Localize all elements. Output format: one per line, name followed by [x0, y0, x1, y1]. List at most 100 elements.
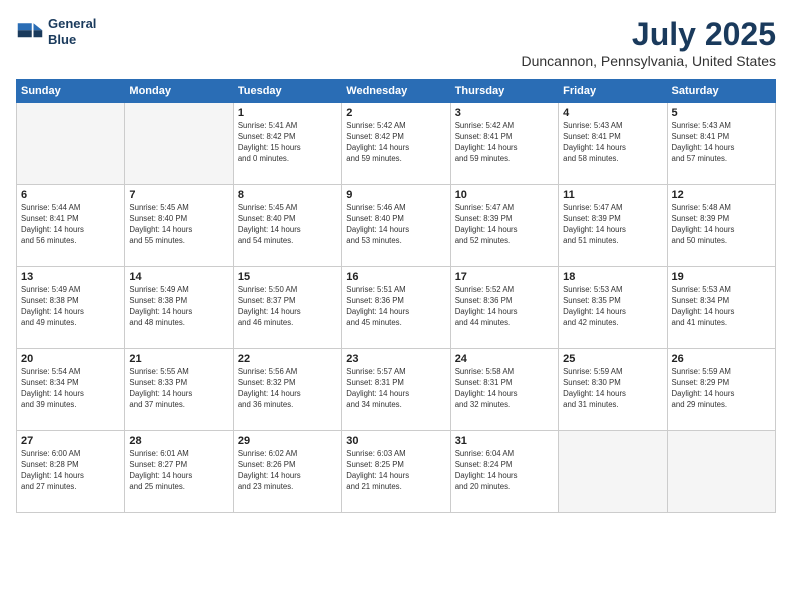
day-number: 28: [129, 435, 228, 447]
calendar-cell: 24 Sunrise: 5:58 AM Sunset: 8:31 PM Dayli…: [450, 349, 558, 431]
calendar-cell: [559, 431, 667, 513]
day-number: 2: [346, 107, 445, 119]
day-detail: Sunrise: 6:01 AM Sunset: 8:27 PM Dayligh…: [129, 449, 228, 493]
day-detail: Sunrise: 5:42 AM Sunset: 8:42 PM Dayligh…: [346, 121, 445, 165]
day-detail: Sunrise: 5:53 AM Sunset: 8:34 PM Dayligh…: [672, 285, 771, 329]
day-number: 13: [21, 271, 120, 283]
calendar-cell: 16 Sunrise: 5:51 AM Sunset: 8:36 PM Dayli…: [342, 267, 450, 349]
calendar-cell: 8 Sunrise: 5:45 AM Sunset: 8:40 PM Daylig…: [233, 185, 341, 267]
calendar-cell: 20Sunrise: 5:54 AM Sunset: 8:34 PM Dayli…: [17, 349, 125, 431]
calendar-cell: 17Sunrise: 5:52 AM Sunset: 8:36 PM Dayli…: [450, 267, 558, 349]
calendar-cell: 12 Sunrise: 5:48 AM Sunset: 8:39 PM Dayli…: [667, 185, 775, 267]
calendar-week-2: 6 Sunrise: 5:44 AM Sunset: 8:41 PM Daylig…: [17, 185, 776, 267]
day-number: 23: [346, 353, 445, 365]
day-detail: Sunrise: 5:51 AM Sunset: 8:36 PM Dayligh…: [346, 285, 445, 329]
calendar-cell: [17, 103, 125, 185]
day-number: 1: [238, 107, 337, 119]
calendar-cell: [667, 431, 775, 513]
day-detail: Sunrise: 5:59 AM Sunset: 8:29 PM Dayligh…: [672, 367, 771, 411]
day-detail: Sunrise: 5:49 AM Sunset: 8:38 PM Dayligh…: [129, 285, 228, 329]
day-number: 31: [455, 435, 554, 447]
calendar-cell: 27 Sunrise: 6:00 AM Sunset: 8:28 PM Dayli…: [17, 431, 125, 513]
calendar-week-1: 1 Sunrise: 5:41 AM Sunset: 8:42 PM Daylig…: [17, 103, 776, 185]
calendar-cell: 13 Sunrise: 5:49 AM Sunset: 8:38 PM Dayli…: [17, 267, 125, 349]
weekday-header-friday: Friday: [559, 80, 667, 103]
weekday-header-row: SundayMondayTuesdayWednesdayThursdayFrid…: [17, 80, 776, 103]
calendar-cell: [125, 103, 233, 185]
header: General Blue July 2025 Duncannon, Pennsy…: [16, 16, 776, 69]
day-detail: Sunrise: 5:45 AM Sunset: 8:40 PM Dayligh…: [129, 203, 228, 247]
day-number: 18: [563, 271, 662, 283]
calendar-cell: 28 Sunrise: 6:01 AM Sunset: 8:27 PM Dayli…: [125, 431, 233, 513]
day-detail: Sunrise: 6:03 AM Sunset: 8:25 PM Dayligh…: [346, 449, 445, 493]
calendar-cell: 30 Sunrise: 6:03 AM Sunset: 8:25 PM Dayli…: [342, 431, 450, 513]
day-number: 27: [21, 435, 120, 447]
weekday-header-wednesday: Wednesday: [342, 80, 450, 103]
day-detail: Sunrise: 5:44 AM Sunset: 8:41 PM Dayligh…: [21, 203, 120, 247]
day-number: 6: [21, 189, 120, 201]
day-number: 26: [672, 353, 771, 365]
day-detail: Sunrise: 6:00 AM Sunset: 8:28 PM Dayligh…: [21, 449, 120, 493]
day-detail: Sunrise: 5:42 AM Sunset: 8:41 PM Dayligh…: [455, 121, 554, 165]
logo-line1: General: [48, 16, 96, 32]
logo-icon: [16, 18, 44, 46]
day-detail: Sunrise: 5:53 AM Sunset: 8:35 PM Dayligh…: [563, 285, 662, 329]
day-number: 14: [129, 271, 228, 283]
calendar-week-4: 20Sunrise: 5:54 AM Sunset: 8:34 PM Dayli…: [17, 349, 776, 431]
title-block: July 2025 Duncannon, Pennsylvania, Unite…: [522, 16, 777, 69]
day-number: 30: [346, 435, 445, 447]
calendar-cell: 15Sunrise: 5:50 AM Sunset: 8:37 PM Dayli…: [233, 267, 341, 349]
day-detail: Sunrise: 5:41 AM Sunset: 8:42 PM Dayligh…: [238, 121, 337, 165]
day-number: 16: [346, 271, 445, 283]
calendar-week-5: 27 Sunrise: 6:00 AM Sunset: 8:28 PM Dayli…: [17, 431, 776, 513]
day-detail: Sunrise: 5:57 AM Sunset: 8:31 PM Dayligh…: [346, 367, 445, 411]
calendar-cell: 19Sunrise: 5:53 AM Sunset: 8:34 PM Dayli…: [667, 267, 775, 349]
calendar-cell: 23 Sunrise: 5:57 AM Sunset: 8:31 PM Dayli…: [342, 349, 450, 431]
day-number: 25: [563, 353, 662, 365]
day-number: 12: [672, 189, 771, 201]
day-number: 4: [563, 107, 662, 119]
calendar-cell: 10Sunrise: 5:47 AM Sunset: 8:39 PM Dayli…: [450, 185, 558, 267]
weekday-header-saturday: Saturday: [667, 80, 775, 103]
calendar-week-3: 13 Sunrise: 5:49 AM Sunset: 8:38 PM Dayli…: [17, 267, 776, 349]
day-number: 7: [129, 189, 228, 201]
calendar-cell: 21Sunrise: 5:55 AM Sunset: 8:33 PM Dayli…: [125, 349, 233, 431]
day-detail: Sunrise: 5:43 AM Sunset: 8:41 PM Dayligh…: [563, 121, 662, 165]
calendar-cell: 7 Sunrise: 5:45 AM Sunset: 8:40 PM Daylig…: [125, 185, 233, 267]
logo: General Blue: [16, 16, 96, 47]
calendar-cell: 14 Sunrise: 5:49 AM Sunset: 8:38 PM Dayli…: [125, 267, 233, 349]
day-detail: Sunrise: 5:46 AM Sunset: 8:40 PM Dayligh…: [346, 203, 445, 247]
calendar-cell: 31 Sunrise: 6:04 AM Sunset: 8:24 PM Dayli…: [450, 431, 558, 513]
day-detail: Sunrise: 5:49 AM Sunset: 8:38 PM Dayligh…: [21, 285, 120, 329]
day-number: 9: [346, 189, 445, 201]
calendar-cell: 29Sunrise: 6:02 AM Sunset: 8:26 PM Dayli…: [233, 431, 341, 513]
calendar-cell: 26 Sunrise: 5:59 AM Sunset: 8:29 PM Dayli…: [667, 349, 775, 431]
day-number: 24: [455, 353, 554, 365]
day-number: 8: [238, 189, 337, 201]
calendar-cell: 11 Sunrise: 5:47 AM Sunset: 8:39 PM Dayli…: [559, 185, 667, 267]
day-number: 22: [238, 353, 337, 365]
calendar-cell: 4 Sunrise: 5:43 AM Sunset: 8:41 PM Daylig…: [559, 103, 667, 185]
calendar-cell: 9 Sunrise: 5:46 AM Sunset: 8:40 PM Daylig…: [342, 185, 450, 267]
day-detail: Sunrise: 5:54 AM Sunset: 8:34 PM Dayligh…: [21, 367, 120, 411]
calendar-cell: 18 Sunrise: 5:53 AM Sunset: 8:35 PM Dayli…: [559, 267, 667, 349]
day-detail: Sunrise: 5:59 AM Sunset: 8:30 PM Dayligh…: [563, 367, 662, 411]
day-detail: Sunrise: 5:47 AM Sunset: 8:39 PM Dayligh…: [563, 203, 662, 247]
day-detail: Sunrise: 5:52 AM Sunset: 8:36 PM Dayligh…: [455, 285, 554, 329]
weekday-header-monday: Monday: [125, 80, 233, 103]
day-detail: Sunrise: 5:58 AM Sunset: 8:31 PM Dayligh…: [455, 367, 554, 411]
day-detail: Sunrise: 5:56 AM Sunset: 8:32 PM Dayligh…: [238, 367, 337, 411]
day-detail: Sunrise: 5:48 AM Sunset: 8:39 PM Dayligh…: [672, 203, 771, 247]
calendar-cell: 1 Sunrise: 5:41 AM Sunset: 8:42 PM Daylig…: [233, 103, 341, 185]
calendar-cell: 5Sunrise: 5:43 AM Sunset: 8:41 PM Daylig…: [667, 103, 775, 185]
day-detail: Sunrise: 5:45 AM Sunset: 8:40 PM Dayligh…: [238, 203, 337, 247]
day-detail: Sunrise: 6:04 AM Sunset: 8:24 PM Dayligh…: [455, 449, 554, 493]
day-detail: Sunrise: 5:55 AM Sunset: 8:33 PM Dayligh…: [129, 367, 228, 411]
weekday-header-tuesday: Tuesday: [233, 80, 341, 103]
month-title: July 2025: [522, 16, 777, 53]
day-number: 11: [563, 189, 662, 201]
day-number: 15: [238, 271, 337, 283]
calendar-table: SundayMondayTuesdayWednesdayThursdayFrid…: [16, 79, 776, 513]
day-detail: Sunrise: 6:02 AM Sunset: 8:26 PM Dayligh…: [238, 449, 337, 493]
calendar-cell: 6 Sunrise: 5:44 AM Sunset: 8:41 PM Daylig…: [17, 185, 125, 267]
